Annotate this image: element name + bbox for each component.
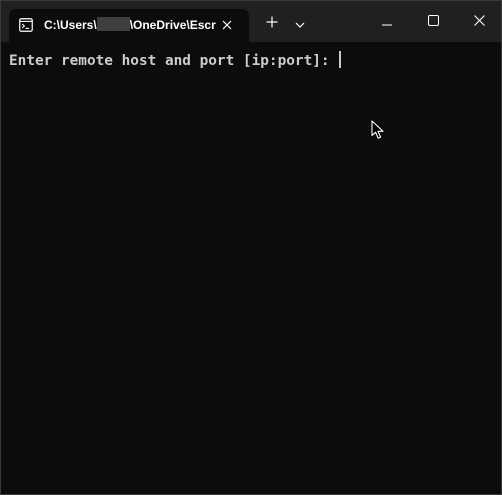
title-bar[interactable]: C:\Users\ \OneDrive\Escr bbox=[1, 1, 501, 42]
close-icon bbox=[473, 13, 485, 31]
terminal-output-area[interactable]: Enter remote host and port [ip:port]: bbox=[1, 42, 501, 494]
window-close-button[interactable] bbox=[457, 1, 501, 42]
new-tab-button[interactable] bbox=[258, 9, 286, 39]
profile-dropdown-button[interactable] bbox=[288, 9, 312, 39]
tab-close-button[interactable] bbox=[217, 16, 237, 36]
mouse-pointer-icon bbox=[371, 120, 385, 140]
prompt-text: Enter remote host and port [ip:port]: bbox=[9, 53, 339, 69]
tab-title: C:\Users\ \OneDrive\Escr bbox=[44, 17, 216, 34]
terminal-window: C:\Users\ \OneDrive\Escr Enter remote ho… bbox=[0, 0, 502, 495]
tab-title-suffix: \OneDrive\Escr bbox=[129, 18, 216, 32]
text-cursor bbox=[339, 51, 341, 68]
plus-icon bbox=[266, 15, 278, 33]
minimize-button[interactable] bbox=[365, 1, 409, 42]
terminal-icon bbox=[19, 18, 33, 32]
minimize-icon bbox=[382, 13, 392, 31]
tab-title-prefix: C:\Users\ bbox=[44, 18, 97, 32]
maximize-button[interactable] bbox=[411, 1, 455, 42]
tab-active[interactable]: C:\Users\ \OneDrive\Escr bbox=[9, 9, 249, 42]
maximize-icon bbox=[427, 13, 439, 31]
redacted-username bbox=[96, 17, 130, 31]
prompt-line: Enter remote host and port [ip:port]: bbox=[9, 51, 341, 70]
close-icon bbox=[222, 17, 232, 35]
chevron-down-icon bbox=[295, 15, 305, 33]
